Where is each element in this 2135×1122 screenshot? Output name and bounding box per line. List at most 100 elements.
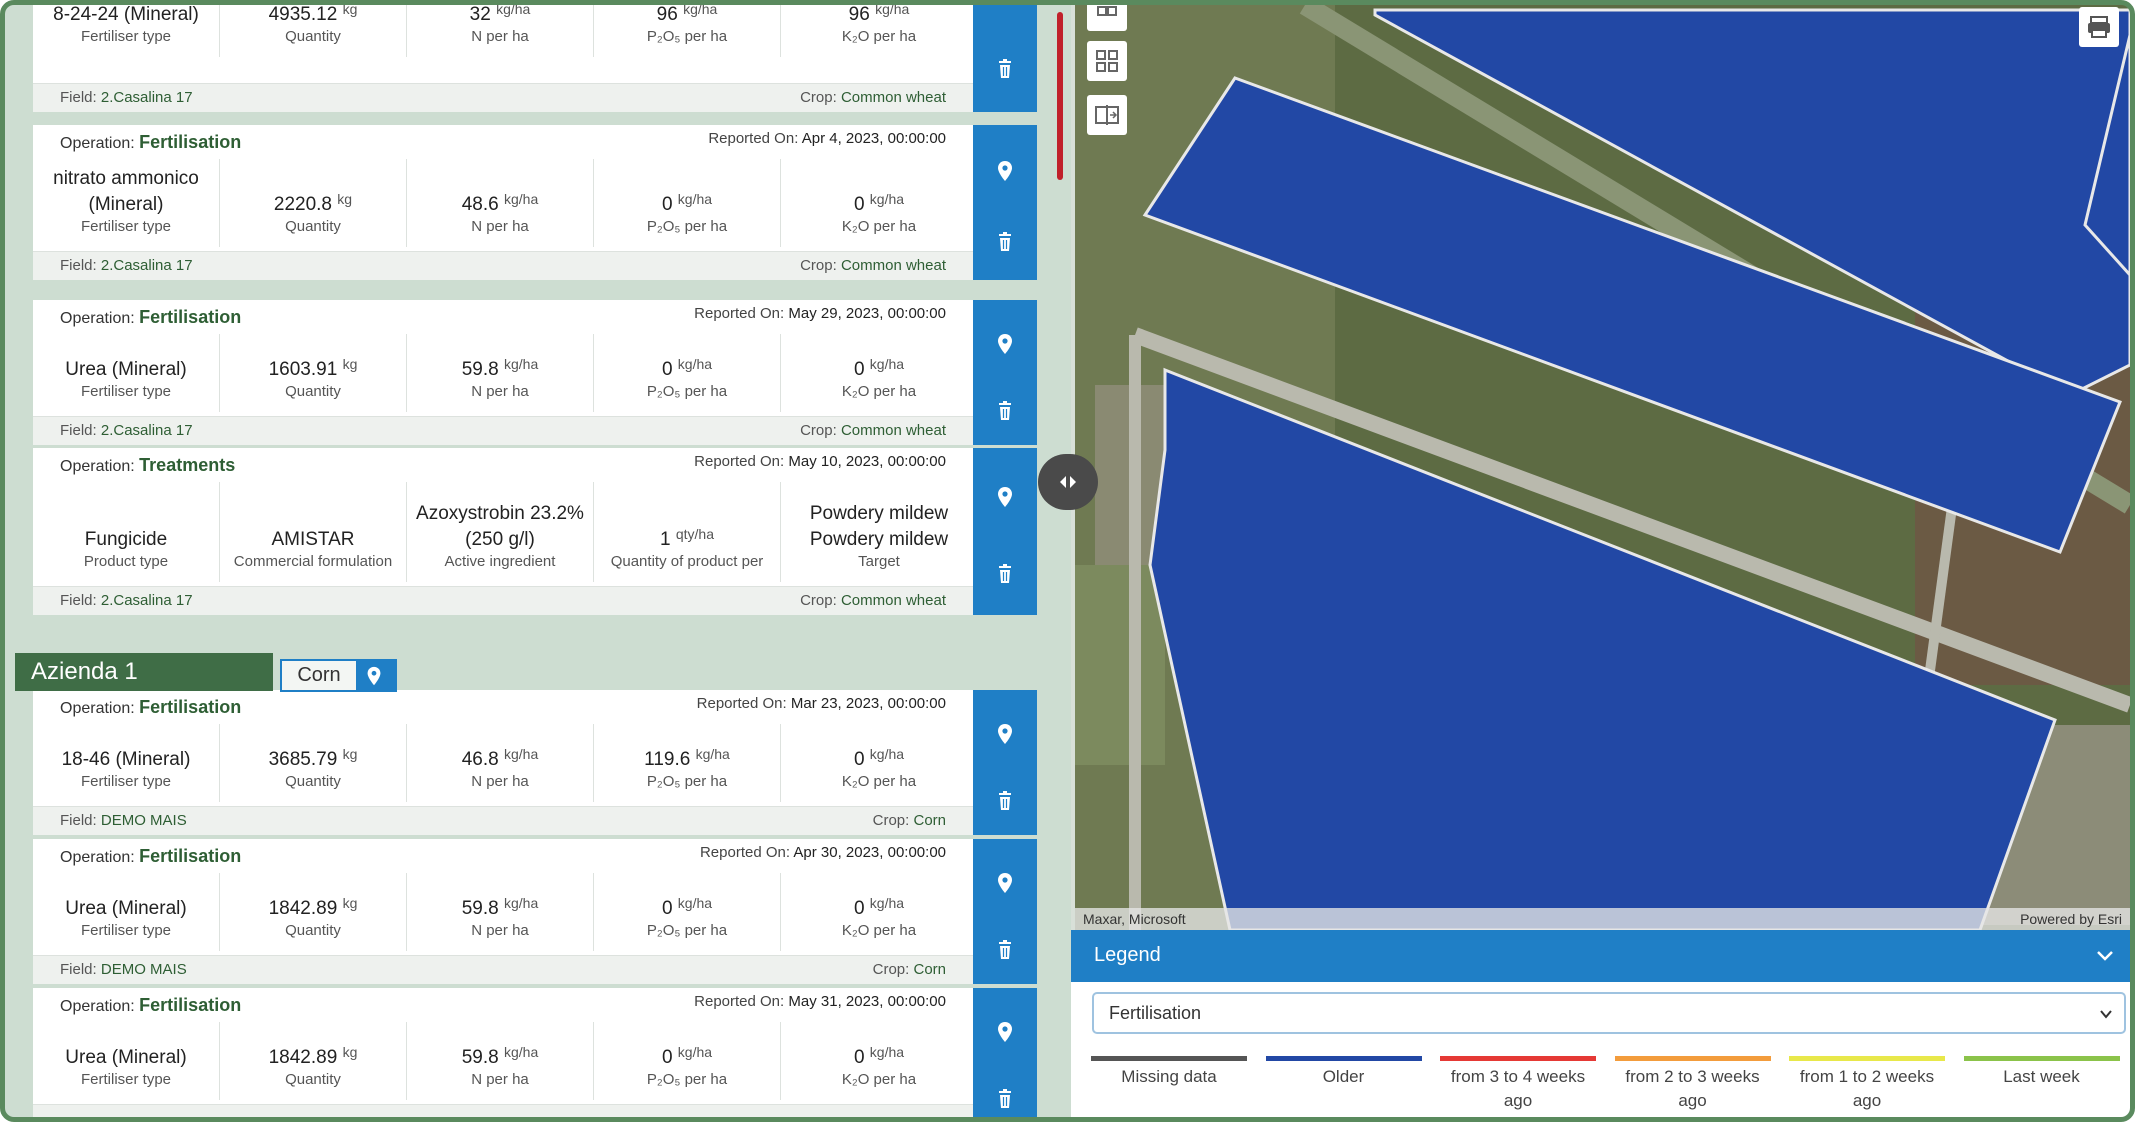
operation-values: nitrato ammonico (Mineral) Fertiliser typ… bbox=[33, 159, 973, 247]
legend-color-bar bbox=[1091, 1056, 1247, 1061]
operation-values: Urea (Mineral) Fertiliser type 1603.91 kg Q… bbox=[33, 334, 973, 412]
cell-value-text: 3685.79 bbox=[268, 749, 338, 770]
location-pin-icon[interactable] bbox=[993, 1020, 1017, 1044]
reported-prefix: Reported On: bbox=[694, 453, 785, 470]
cell-value: AMISTAR bbox=[220, 527, 406, 553]
cell-unit: kg/ha bbox=[869, 746, 905, 762]
attribution-powered[interactable]: Powered by Esri bbox=[2020, 911, 2122, 927]
cell-value: 0 kg/ha bbox=[781, 896, 977, 922]
cell-value: 46.8 kg/ha bbox=[407, 747, 593, 773]
cell-value-text: Azoxystrobin 23.2% (250 g/l) bbox=[416, 503, 584, 550]
location-pin-icon[interactable] bbox=[993, 722, 1017, 746]
chevron-down-icon[interactable] bbox=[2093, 944, 2117, 968]
location-pin-icon[interactable] bbox=[993, 159, 1017, 183]
compare-icon[interactable] bbox=[1087, 5, 1127, 31]
cell-value-text: Urea (Mineral) bbox=[65, 359, 187, 380]
cell-label: Target bbox=[858, 553, 900, 570]
operation-header: Operation: Fertilisation Reported On: Apr… bbox=[33, 839, 973, 871]
operation-card-body: Operation: Fertilisation Reported On: May… bbox=[33, 300, 973, 445]
print-icon[interactable] bbox=[2079, 7, 2119, 47]
location-pin-icon[interactable] bbox=[993, 871, 1017, 895]
scroll-indicator[interactable] bbox=[1057, 12, 1063, 180]
left-right-arrows-icon[interactable] bbox=[1038, 454, 1098, 510]
trash-icon[interactable] bbox=[993, 230, 1017, 254]
value-cell: Fungicide Product type bbox=[33, 482, 220, 582]
split-view-icon[interactable] bbox=[1087, 95, 1127, 135]
cell-value: Urea (Mineral) bbox=[33, 1045, 219, 1071]
location-pin-icon[interactable] bbox=[363, 665, 385, 687]
operation-header: Operation: Fertilisation Reported On: Apr… bbox=[33, 125, 973, 157]
legend-header[interactable]: Legend bbox=[1071, 930, 2133, 982]
reported-on: Reported On: Mar 23, 2023, 00:00:00 bbox=[697, 695, 946, 712]
trash-icon[interactable] bbox=[993, 57, 1017, 81]
field-prefix: Field: bbox=[60, 812, 97, 829]
trash-icon[interactable] bbox=[993, 938, 1017, 962]
cell-unit: kg bbox=[342, 746, 358, 762]
cell-label: K₂O per ha bbox=[841, 28, 917, 45]
cell-value-text: 0 bbox=[853, 898, 865, 919]
cell-label: K₂O per ha bbox=[841, 922, 917, 939]
operation-card: 8-24-24 (Mineral) Fertiliser type 4935.12 … bbox=[33, 5, 1037, 112]
qr-grid-icon[interactable] bbox=[1087, 41, 1127, 81]
trash-icon[interactable] bbox=[993, 562, 1017, 586]
operation-prefix: Operation: bbox=[60, 135, 135, 152]
value-cell: 3685.79 kg Quantity bbox=[220, 724, 407, 802]
crop-info: Crop: Corn bbox=[873, 961, 946, 978]
satellite-map[interactable]: Maxar, Microsoft Powered by Esri bbox=[1075, 5, 2130, 930]
value-cell: 0 kg/ha P₂O₅ per ha bbox=[594, 159, 781, 247]
cell-unit: kg/ha bbox=[504, 191, 539, 207]
cell-value-text: 119.6 bbox=[644, 749, 691, 770]
location-pin-icon[interactable] bbox=[993, 485, 1017, 509]
reported-on: Reported On: Apr 30, 2023, 00:00:00 bbox=[700, 844, 946, 861]
cell-value: Urea (Mineral) bbox=[33, 357, 219, 383]
cell-unit: kg bbox=[342, 895, 358, 911]
cell-label: K₂O per ha bbox=[841, 1071, 917, 1088]
cell-value-text: 0 bbox=[661, 359, 673, 380]
operation-value: Fertilisation bbox=[139, 132, 242, 152]
cell-value: Fungicide bbox=[33, 527, 219, 553]
field-name: 2.Casalina 17 bbox=[100, 257, 193, 274]
operation-card-body: Operation: Fertilisation Reported On: Mar… bbox=[33, 690, 973, 835]
value-cell: 46.8 kg/ha N per ha bbox=[407, 724, 594, 802]
location-pin-icon[interactable] bbox=[993, 332, 1017, 356]
cell-value-text: 0 bbox=[853, 1047, 865, 1068]
field-crop-footer: Field: DEMO MAIS Crop: Corn bbox=[33, 955, 973, 984]
cell-value-text: nitrato ammonico (Mineral) bbox=[53, 168, 199, 215]
cell-unit: kg/ha bbox=[869, 895, 905, 911]
field-prefix: Field: bbox=[60, 961, 97, 978]
reported-prefix: Reported On: bbox=[708, 130, 799, 147]
operation-header: Operation: Fertilisation Reported On: May… bbox=[33, 988, 973, 1020]
value-cell: 0 kg/ha P₂O₅ per ha bbox=[594, 334, 781, 412]
cell-value-text: 1 bbox=[660, 529, 671, 550]
reported-date: May 29, 2023, 00:00:00 bbox=[788, 305, 946, 322]
crop-prefix: Crop: bbox=[800, 89, 837, 106]
cell-label: P₂O₅ per ha bbox=[646, 28, 728, 45]
operation-value: Fertilisation bbox=[139, 307, 242, 327]
trash-icon[interactable] bbox=[993, 789, 1017, 813]
cell-value: 1 qty/ha bbox=[594, 527, 780, 553]
cell-value-text: 48.6 bbox=[461, 194, 499, 215]
legend-color-bar bbox=[1789, 1056, 1945, 1061]
trash-icon[interactable] bbox=[993, 1087, 1017, 1111]
crop-filter-tag[interactable]: Corn bbox=[280, 659, 397, 692]
cell-value-text: 46.8 bbox=[461, 749, 499, 770]
cell-value-text: 0 bbox=[661, 1047, 673, 1068]
value-cell: 48.6 kg/ha N per ha bbox=[407, 159, 594, 247]
legend-operation-select[interactable]: Fertilisation bbox=[1092, 992, 2126, 1034]
operation-header: Operation: Fertilisation Reported On: May… bbox=[33, 300, 973, 332]
operations-list[interactable]: 8-24-24 (Mineral) Fertiliser type 4935.12 … bbox=[5, 5, 1071, 1117]
card-actions bbox=[973, 300, 1037, 445]
trash-icon[interactable] bbox=[993, 399, 1017, 423]
field-info: Field: 2.Casalina 17 bbox=[60, 257, 193, 274]
operation-value: Treatments bbox=[139, 455, 236, 475]
cell-label: Fertiliser type bbox=[80, 922, 172, 939]
cell-label: P₂O₅ per ha bbox=[646, 218, 728, 235]
value-cell: 2220.8 kg Quantity bbox=[220, 159, 407, 247]
cell-value-text: Fungicide bbox=[84, 529, 168, 550]
cell-value: 18-46 (Mineral) bbox=[33, 747, 219, 773]
crop-name: Common wheat bbox=[840, 592, 946, 609]
cell-label: K₂O per ha bbox=[841, 218, 917, 235]
cell-label: P₂O₅ per ha bbox=[646, 773, 728, 790]
reported-on: Reported On: May 10, 2023, 00:00:00 bbox=[694, 453, 946, 470]
crop-prefix: Crop: bbox=[872, 812, 910, 829]
